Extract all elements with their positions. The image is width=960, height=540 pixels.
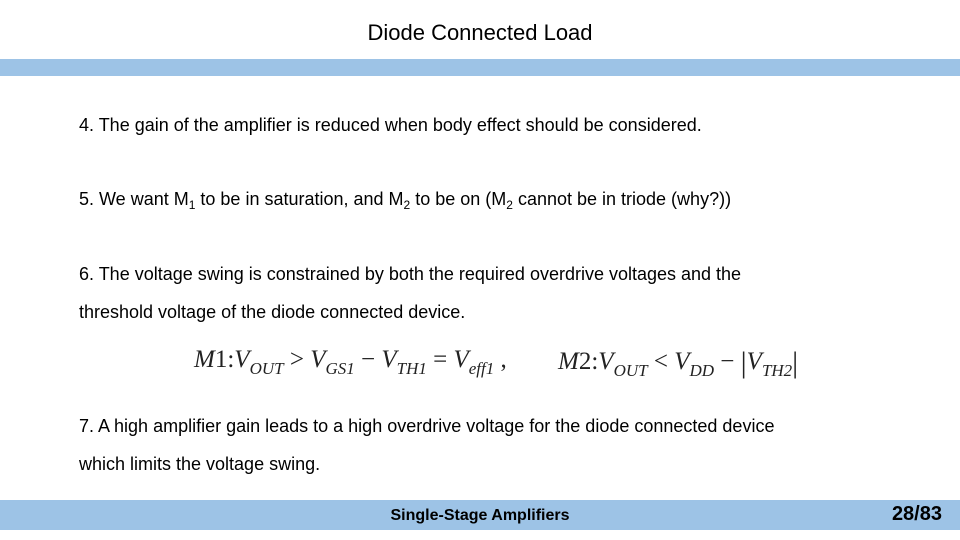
eq-operator: − — [714, 348, 741, 375]
point-7-line-2: which limits the voltage swing. — [79, 454, 321, 474]
eq-operator: = — [426, 346, 454, 373]
eq-subscript: DD — [689, 361, 715, 380]
page-number: 28/83 — [891, 503, 942, 525]
point-5-text: 5. We want M — [79, 189, 189, 209]
eq-symbol: V — [598, 348, 614, 375]
point-5-text: to be in saturation, and M — [195, 189, 404, 209]
eq-symbol: V — [746, 348, 762, 375]
eq-symbol: 1 — [214, 346, 228, 373]
eq-operator: − — [354, 346, 382, 373]
header-band — [0, 59, 960, 76]
eq-symbol: M — [558, 348, 579, 375]
eq-subscript: TH1 — [396, 359, 427, 378]
slide-title: Diode Connected Load — [367, 20, 593, 45]
eq-subscript: OUT — [613, 361, 648, 380]
eq-subscript: TH2 — [761, 361, 793, 380]
footer-label: Single-Stage Amplifiers — [390, 507, 570, 524]
eq-subscript: GS1 — [325, 359, 355, 378]
point-7: 7. A high amplifier gain leads to a high… — [79, 407, 774, 483]
subscript: 2 — [506, 198, 513, 212]
equation-m2: M2:VOUT < VDD − |VTH2| — [558, 346, 798, 380]
eq-subscript: eff1 — [468, 359, 495, 378]
point-6-line-1: 6. The voltage swing is constrained by b… — [79, 264, 742, 284]
eq-operator: < — [647, 348, 675, 375]
point-5-text: to be on (M — [410, 189, 507, 209]
eq-symbol: V — [381, 346, 397, 373]
point-7-line-1: 7. A high amplifier gain leads to a high… — [79, 416, 775, 436]
point-5: 5. We want M1 to be in saturation, and M… — [79, 180, 731, 218]
eq-symbol: 2 — [578, 348, 592, 375]
eq-symbol: V — [674, 348, 690, 375]
eq-symbol: V — [310, 346, 326, 373]
point-4: 4. The gain of the amplifier is reduced … — [79, 115, 702, 135]
eq-separator: , — [494, 346, 507, 373]
eq-symbol: M — [194, 346, 215, 373]
eq-symbol: V — [453, 346, 469, 373]
eq-subscript: OUT — [249, 359, 284, 378]
eq-symbol: V — [234, 346, 250, 373]
equation-m1: M1:VOUT > VGS1 − VTH1 = Veff1 , — [194, 346, 507, 377]
point-5-text: cannot be in triode (why?)) — [512, 189, 732, 209]
eq-operator: > — [283, 346, 311, 373]
point-6-line-2: threshold voltage of the diode connected… — [79, 302, 466, 322]
point-6: 6. The voltage swing is constrained by b… — [79, 255, 741, 331]
abs-bar-right: | — [792, 346, 799, 379]
